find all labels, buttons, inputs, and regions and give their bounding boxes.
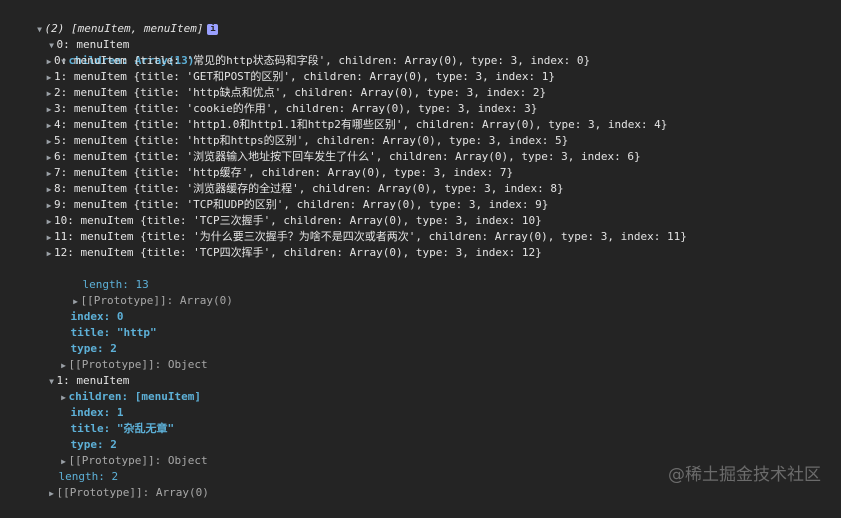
collapse-triangle-icon[interactable]: ▶	[44, 230, 54, 246]
collapse-triangle-icon[interactable]: ▶	[44, 70, 54, 86]
child-menuitem-text: 0: menuItem {title: '常见的http状态码和字段', chi…	[54, 54, 591, 67]
child-menuitem-row[interactable]: ▶ 11: menuItem {title: '为什么要三次握手？为啥不是四次或者…	[44, 229, 687, 245]
child-menuitem-row[interactable]: ▶ 2: menuItem {title: 'http缺点和优点', childr…	[44, 85, 547, 102]
child-menuitem-text: 11: menuItem {title: '为什么要三次握手？为啥不是四次或者两…	[54, 230, 687, 243]
child-menuitem-text: 12: menuItem {title: 'TCP四次挥手', children…	[54, 246, 542, 259]
child-menuitem-row[interactable]: ▶ 3: menuItem {title: 'cookie的作用', childr…	[44, 101, 538, 118]
collapse-triangle-icon[interactable]: ▶	[44, 86, 54, 102]
item0-row[interactable]: ▼ 0: menuItem	[20, 21, 129, 51]
child-menuitem-row[interactable]: ▶ 7: menuItem {title: 'http缓存', children:…	[44, 165, 514, 182]
collapse-triangle-icon[interactable]: ▶	[47, 486, 57, 502]
child-menuitem-text: 2: menuItem {title: 'http缺点和优点', childre…	[54, 86, 547, 99]
child-menuitem-row[interactable]: ▶ 10: menuItem {title: 'TCP三次握手', childre…	[44, 213, 542, 229]
item1-index: index: 1	[44, 389, 124, 419]
collapse-triangle-icon[interactable]: ▶	[44, 198, 54, 214]
collapse-triangle-icon[interactable]: ▶	[44, 150, 54, 166]
item1-prototype-row[interactable]: ▶ [[Prototype]]: Object	[32, 437, 208, 467]
child-menuitem-text: 4: menuItem {title: 'http1.0和http1.1和htt…	[54, 118, 668, 131]
child-menuitem-text: 1: menuItem {title: 'GET和POST的区别', child…	[54, 70, 555, 83]
item0-title: title: "http"	[44, 309, 157, 339]
collapse-triangle-icon[interactable]: ▶	[44, 134, 54, 150]
watermark: @稀土掘金技术社区	[668, 465, 821, 485]
child-menuitem-text: 8: menuItem {title: '浏览器缓存的全过程', childre…	[54, 182, 564, 195]
root-array-row[interactable]: ▼ (2) [menuItem, menuItem] i	[8, 5, 219, 35]
devtools-console-output: ▼ (2) [menuItem, menuItem] i ▼ 0: menuItem …	[0, 0, 841, 503]
item0-prototype-row[interactable]: ▶ [[Prototype]]: Object	[32, 341, 208, 371]
item1-type: type: 2	[44, 421, 117, 451]
item1-row[interactable]: ▼ 1: menuItem	[20, 357, 129, 387]
child-menuitem-row[interactable]: ▶ 12: menuItem {title: 'TCP四次挥手', childre…	[44, 245, 542, 261]
item0-index: index: 0	[44, 293, 124, 323]
collapse-triangle-icon[interactable]: ▶	[44, 102, 54, 118]
root-length: length: 2	[32, 453, 119, 483]
child-menuitem-row[interactable]: ▶ 8: menuItem {title: '浏览器缓存的全过程', childr…	[44, 181, 564, 197]
child-menuitem-row[interactable]: ▶ 0: menuItem {title: '常见的http状态码和字段', ch…	[44, 53, 591, 70]
prototype-text: [[Prototype]]: Array(0)	[56, 486, 209, 499]
child-menuitem-text: 9: menuItem {title: 'TCP和UDP的区别', childr…	[54, 198, 549, 211]
collapse-triangle-icon[interactable]: ▶	[44, 166, 54, 182]
item1-children-row[interactable]: ▶ children: [menuItem]	[32, 373, 201, 403]
collapse-triangle-icon[interactable]: ▶	[44, 214, 54, 230]
collapse-triangle-icon[interactable]: ▶	[44, 54, 54, 70]
collapse-triangle-icon[interactable]: ▶	[44, 182, 54, 198]
child-menuitem-text: 6: menuItem {title: '浏览器输入地址按下回车发生了什么', …	[54, 150, 641, 163]
child-menuitem-row[interactable]: ▶ 6: menuItem {title: '浏览器输入地址按下回车发生了什么',…	[44, 149, 641, 165]
child-menuitem-row[interactable]: ▶ 5: menuItem {title: 'http和https的区别', ch…	[44, 133, 569, 150]
info-icon[interactable]: i	[207, 23, 219, 35]
child-menuitem-row[interactable]: ▶ 1: menuItem {title: 'GET和POST的区别', chil…	[44, 69, 555, 85]
children-length: length: 13	[56, 261, 149, 291]
child-menuitem-text: 5: menuItem {title: 'http和https的区别', chi…	[54, 134, 569, 147]
item1-title: title: "杂乱无章"	[44, 405, 175, 435]
child-menuitem-text: 10: menuItem {title: 'TCP三次握手', children…	[54, 214, 542, 227]
child-menuitem-text: 3: menuItem {title: 'cookie的作用', childre…	[54, 102, 538, 115]
collapse-triangle-icon[interactable]: ▶	[44, 246, 54, 262]
item0-type: type: 2	[44, 325, 117, 355]
root-prototype-row[interactable]: ▶ [[Prototype]]: Array(0)	[20, 469, 209, 499]
child-menuitem-row[interactable]: ▶ 9: menuItem {title: 'TCP和UDP的区别', child…	[44, 197, 549, 214]
collapse-triangle-icon[interactable]: ▶	[44, 118, 54, 134]
children-prototype-row[interactable]: ▶ [[Prototype]]: Array(0)	[44, 277, 233, 307]
child-menuitem-text: 7: menuItem {title: 'http缓存', children: …	[54, 166, 514, 179]
children-row[interactable]: ▼ children: Array(13)	[32, 37, 194, 67]
child-menuitem-row[interactable]: ▶ 4: menuItem {title: 'http1.0和http1.1和ht…	[44, 117, 668, 134]
